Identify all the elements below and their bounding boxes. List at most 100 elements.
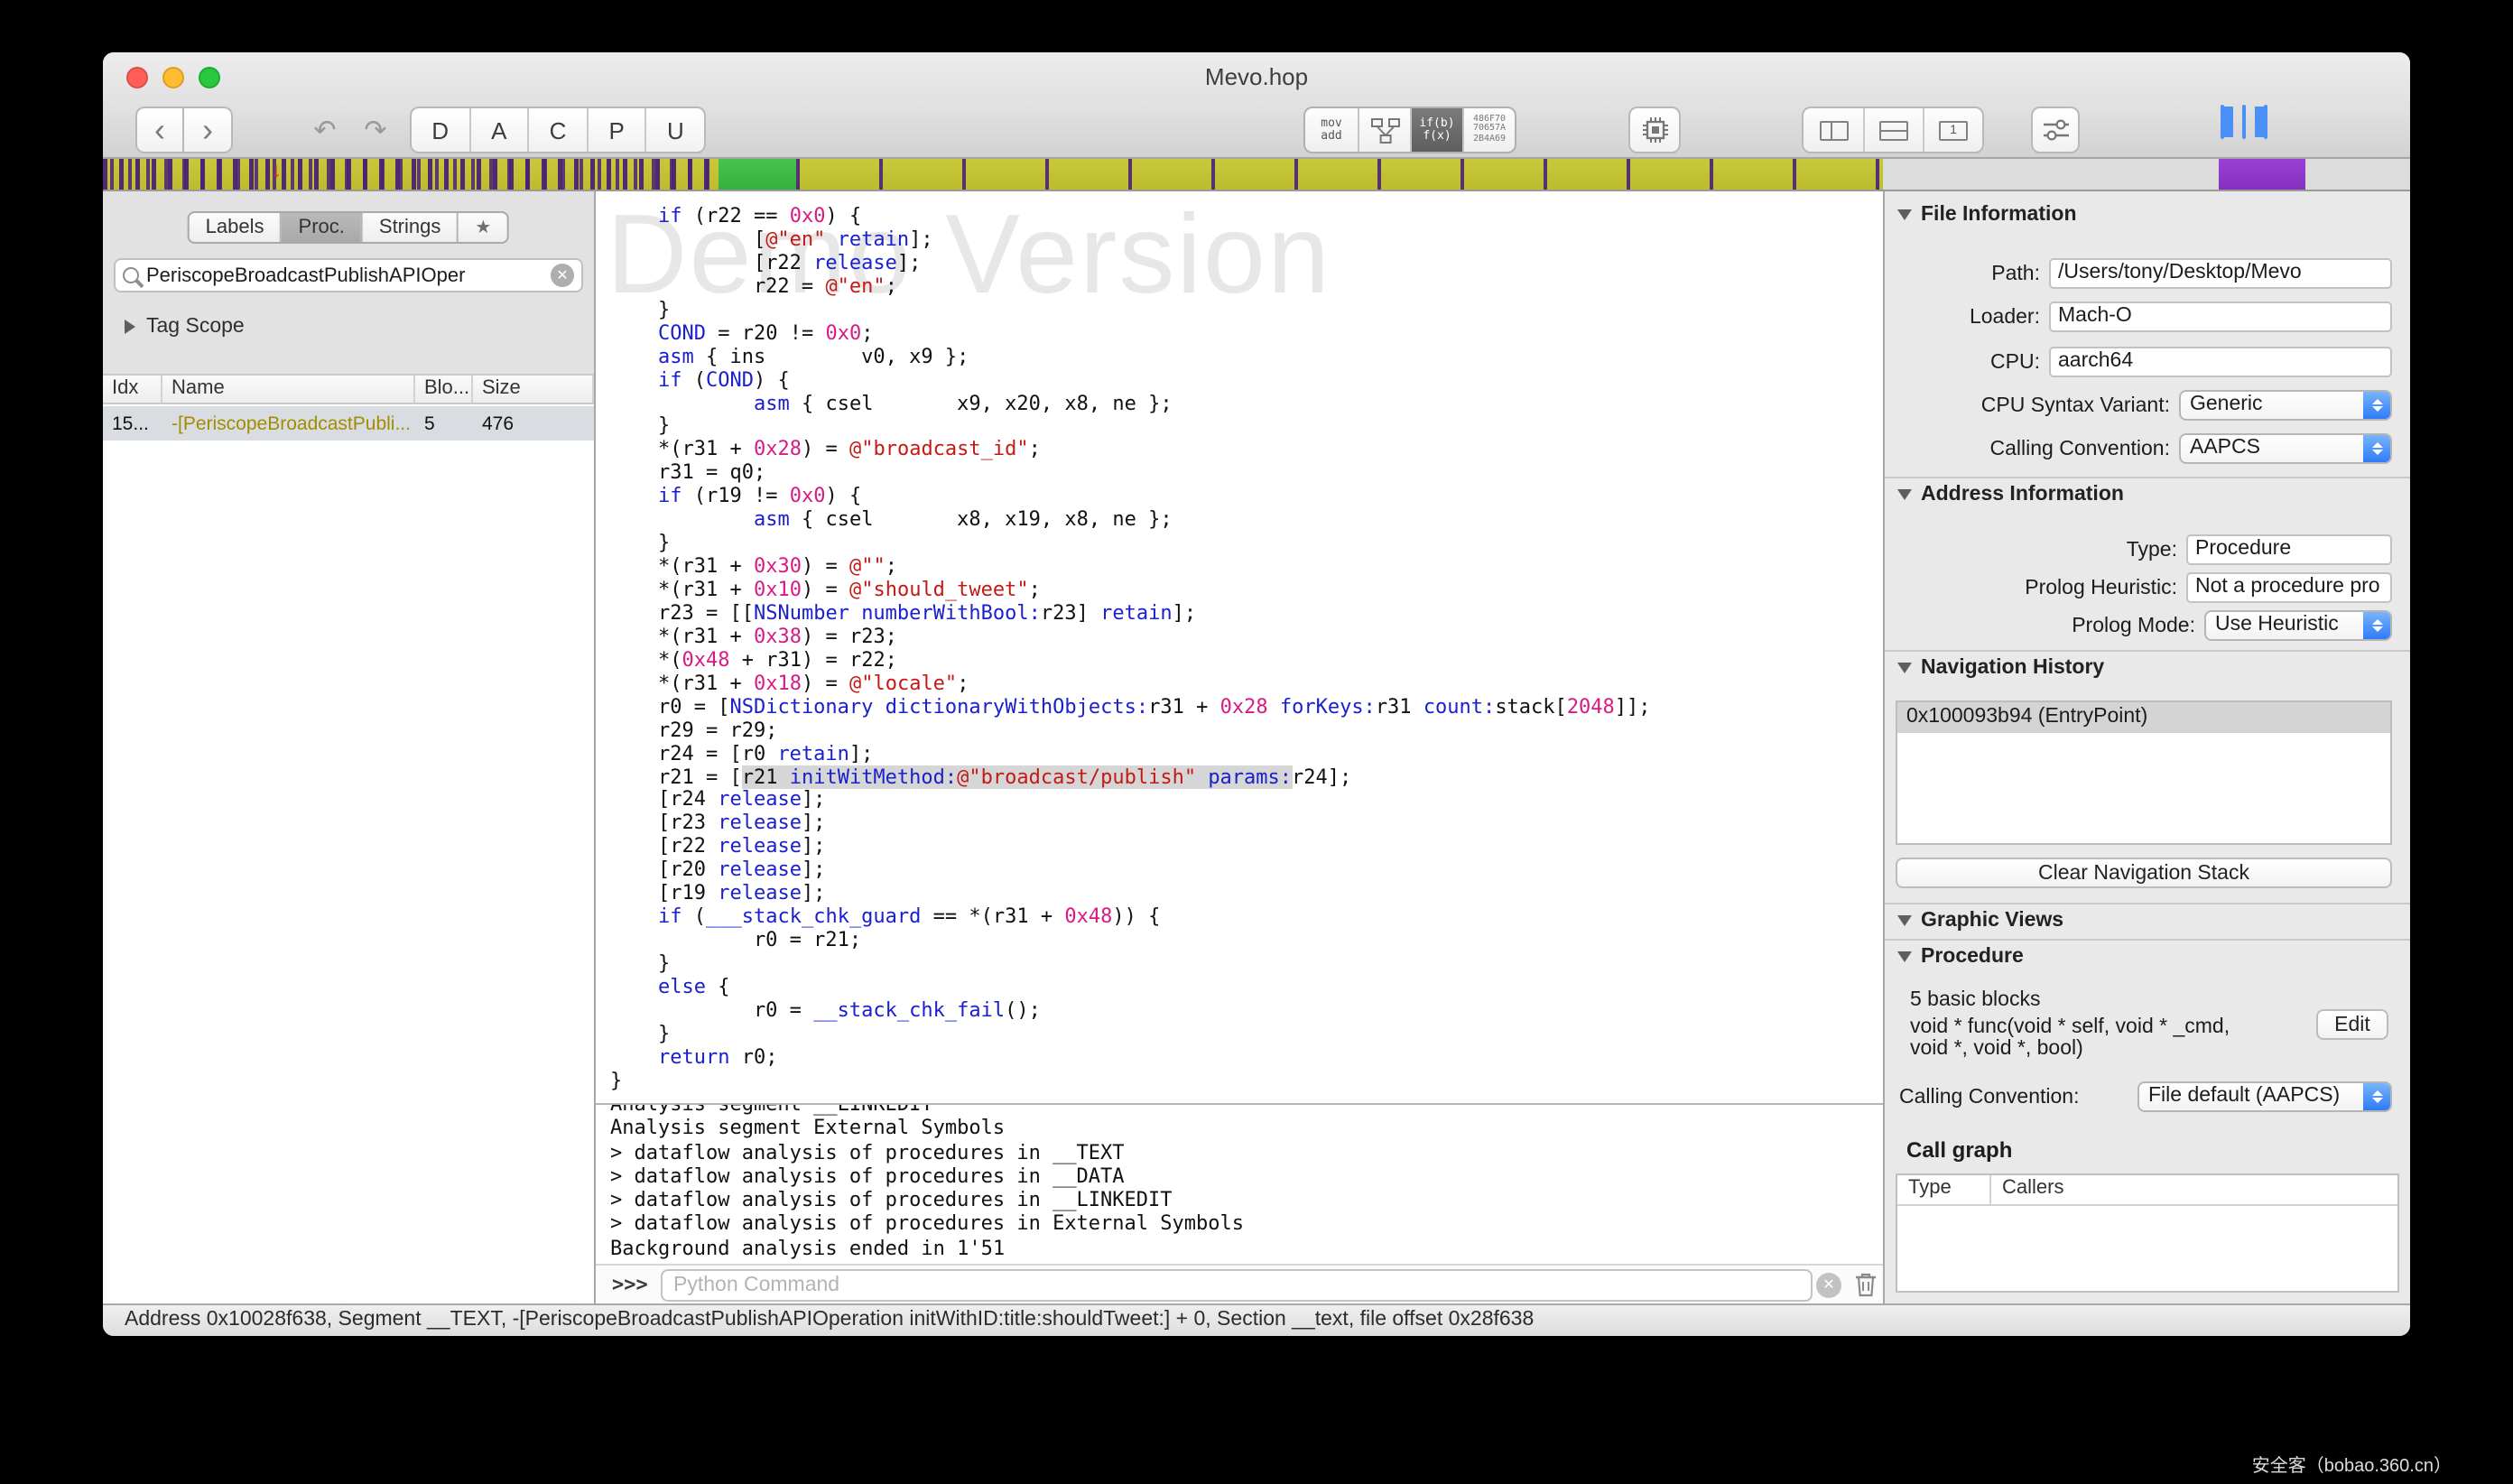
- tag-scope-disclosure[interactable]: Tag Scope: [125, 316, 245, 338]
- clear-search-icon[interactable]: ✕: [551, 264, 574, 287]
- code-line[interactable]: asm { csel x8, x19, x8, ne };: [610, 509, 1883, 533]
- redo-button[interactable]: ↷: [356, 114, 395, 146]
- list-item[interactable]: 0x100093b94 (EntryPoint): [1897, 702, 2390, 733]
- tab-strings[interactable]: Strings: [361, 213, 458, 242]
- code-line[interactable]: [r24 release];: [610, 790, 1883, 813]
- toggle-bottom-panel-button[interactable]: [2242, 107, 2246, 139]
- address-information-header[interactable]: Address Information: [1885, 478, 2410, 511]
- python-command-input[interactable]: [661, 1269, 1813, 1302]
- cpu-syntax-popup[interactable]: Generic: [2179, 390, 2392, 421]
- minimap-striped-segment[interactable]: [103, 159, 719, 190]
- column-header-size[interactable]: Size: [473, 376, 594, 403]
- minimap-gray-segment-2[interactable]: [2305, 159, 2410, 190]
- segment-procedure[interactable]: P: [587, 108, 645, 152]
- procedure-header[interactable]: Procedure: [1885, 941, 2410, 973]
- code-line[interactable]: if (r19 != 0x0) {: [610, 487, 1883, 510]
- segment-code[interactable]: C: [527, 108, 586, 152]
- code-line[interactable]: *(r31 + 0x18) = @"locale";: [610, 673, 1883, 697]
- code-line[interactable]: return r0;: [610, 1047, 1883, 1071]
- code-line[interactable]: [r22 release];: [610, 837, 1883, 860]
- code-line[interactable]: r23 = [[NSNumber numberWithBool:r23] ret…: [610, 603, 1883, 626]
- code-line[interactable]: }: [610, 1070, 1883, 1093]
- code-line[interactable]: }: [610, 953, 1883, 977]
- code-line[interactable]: asm { csel x9, x20, x8, ne };: [610, 393, 1883, 416]
- code-line[interactable]: r24 = [r0 retain];: [610, 743, 1883, 766]
- code-line[interactable]: *(r31 + 0x28) = @"broadcast_id";: [610, 440, 1883, 463]
- clear-console-icon[interactable]: ✕: [1816, 1273, 1841, 1298]
- minimap-green-segment[interactable]: [719, 159, 796, 190]
- code-line[interactable]: [@"en" retain];: [610, 229, 1883, 253]
- code-line[interactable]: }: [610, 416, 1883, 440]
- back-button[interactable]: ‹: [135, 107, 184, 153]
- cpu-field[interactable]: aarch64: [2049, 347, 2392, 377]
- code-line[interactable]: *(r31 + 0x38) = r23;: [610, 626, 1883, 650]
- symbol-search-field[interactable]: ✕: [114, 258, 583, 292]
- undo-button[interactable]: ↶: [305, 114, 345, 146]
- search-input[interactable]: [146, 264, 543, 286]
- code-line[interactable]: r0 = r21;: [610, 930, 1883, 953]
- toggle-left-panel-button[interactable]: [2221, 107, 2224, 139]
- tab-tagged[interactable]: ★: [457, 213, 507, 242]
- table-row[interactable]: 15... -[PeriscopeBroadcastPubli... 5 476: [103, 406, 594, 441]
- code-line[interactable]: r0 = __stack_chk_fail();: [610, 1000, 1883, 1024]
- code-line[interactable]: if (___stack_chk_guard == *(r31 + 0x48))…: [610, 906, 1883, 930]
- call-graph-table[interactable]: Type Callers: [1896, 1173, 2399, 1293]
- code-line[interactable]: *(0x48 + r31) = r22;: [610, 650, 1883, 673]
- column-header-type[interactable]: Type: [1897, 1175, 1991, 1204]
- code-line[interactable]: COND = r20 != 0x0;: [610, 322, 1883, 346]
- code-line[interactable]: r31 = q0;: [610, 463, 1883, 487]
- calling-convention-popup[interactable]: AAPCS: [2179, 433, 2392, 464]
- code-line[interactable]: r21 = [r21 initWitMethod:@"broadcast/pub…: [610, 766, 1883, 790]
- code-line[interactable]: asm { ins v0, x9 };: [610, 346, 1883, 369]
- path-field[interactable]: /Users/tony/Desktop/Mevo: [2049, 258, 2392, 289]
- edit-signature-button[interactable]: Edit: [2316, 1009, 2388, 1040]
- column-header-name[interactable]: Name: [162, 376, 415, 403]
- pseudocode-view[interactable]: Demo Version if (r22 == 0x0) { [@"en" re…: [596, 191, 1883, 1103]
- clear-navigation-stack-button[interactable]: Clear Navigation Stack: [1896, 858, 2392, 888]
- minimap-gray-segment[interactable]: [1883, 159, 2219, 190]
- column-header-idx[interactable]: Idx: [103, 376, 162, 403]
- file-information-header[interactable]: File Information: [1885, 199, 2410, 231]
- code-line[interactable]: else {: [610, 977, 1883, 1000]
- column-header-callers[interactable]: Callers: [1991, 1175, 2063, 1204]
- column-header-blocks[interactable]: Blo...: [415, 376, 473, 403]
- split-horizontal-button[interactable]: [1863, 108, 1923, 152]
- preferences-button[interactable]: [2031, 107, 2080, 153]
- navigation-history-list[interactable]: 0x100093b94 (EntryPoint): [1896, 700, 2392, 845]
- cpu-settings-button[interactable]: [1628, 107, 1681, 153]
- trash-icon[interactable]: [1854, 1271, 1878, 1298]
- assembly-mode-button[interactable]: mov add: [1305, 108, 1358, 152]
- prolog-heuristic-field[interactable]: Not a procedure pro: [2186, 572, 2392, 603]
- cfg-mode-button[interactable]: [1358, 108, 1410, 152]
- navigation-history-header[interactable]: Navigation History: [1885, 652, 2410, 684]
- segment-undefined[interactable]: U: [645, 108, 704, 152]
- type-field[interactable]: Procedure: [2186, 534, 2392, 565]
- code-line[interactable]: *(r31 + 0x30) = @"";: [610, 556, 1883, 580]
- prolog-mode-popup[interactable]: Use Heuristic: [2204, 610, 2392, 641]
- code-line[interactable]: }: [610, 300, 1883, 323]
- loader-field[interactable]: Mach-O: [2049, 301, 2392, 332]
- code-line[interactable]: [r19 release];: [610, 883, 1883, 906]
- graphic-views-header[interactable]: Graphic Views: [1885, 904, 2410, 937]
- tab-procedures[interactable]: Proc.: [281, 213, 361, 242]
- segment-data[interactable]: D: [412, 108, 468, 152]
- split-vertical-button[interactable]: [1804, 108, 1863, 152]
- minimap-purple-segment[interactable]: [2219, 159, 2305, 190]
- segment-minimap[interactable]: ↓: [103, 159, 2410, 191]
- code-line[interactable]: if (COND) {: [610, 369, 1883, 393]
- code-line[interactable]: r22 = @"en";: [610, 276, 1883, 300]
- segment-ascii[interactable]: A: [468, 108, 527, 152]
- toggle-right-panel-button[interactable]: [2264, 107, 2267, 139]
- tab-labels[interactable]: Labels: [190, 213, 281, 242]
- code-line[interactable]: [r20 release];: [610, 860, 1883, 884]
- code-line[interactable]: }: [610, 1024, 1883, 1047]
- single-view-button[interactable]: 1: [1923, 108, 1982, 152]
- minimap-yellow-segment[interactable]: [796, 159, 1883, 190]
- hex-mode-button[interactable]: 486F70 70657A 2B4A69: [1462, 108, 1515, 152]
- pseudocode-mode-button[interactable]: if(b) f(x): [1410, 108, 1462, 152]
- forward-button[interactable]: ›: [184, 107, 233, 153]
- code-line[interactable]: if (r22 == 0x0) {: [610, 206, 1883, 229]
- code-line[interactable]: [r22 release];: [610, 253, 1883, 276]
- code-line[interactable]: *(r31 + 0x10) = @"should_tweet";: [610, 580, 1883, 603]
- code-line[interactable]: }: [610, 533, 1883, 556]
